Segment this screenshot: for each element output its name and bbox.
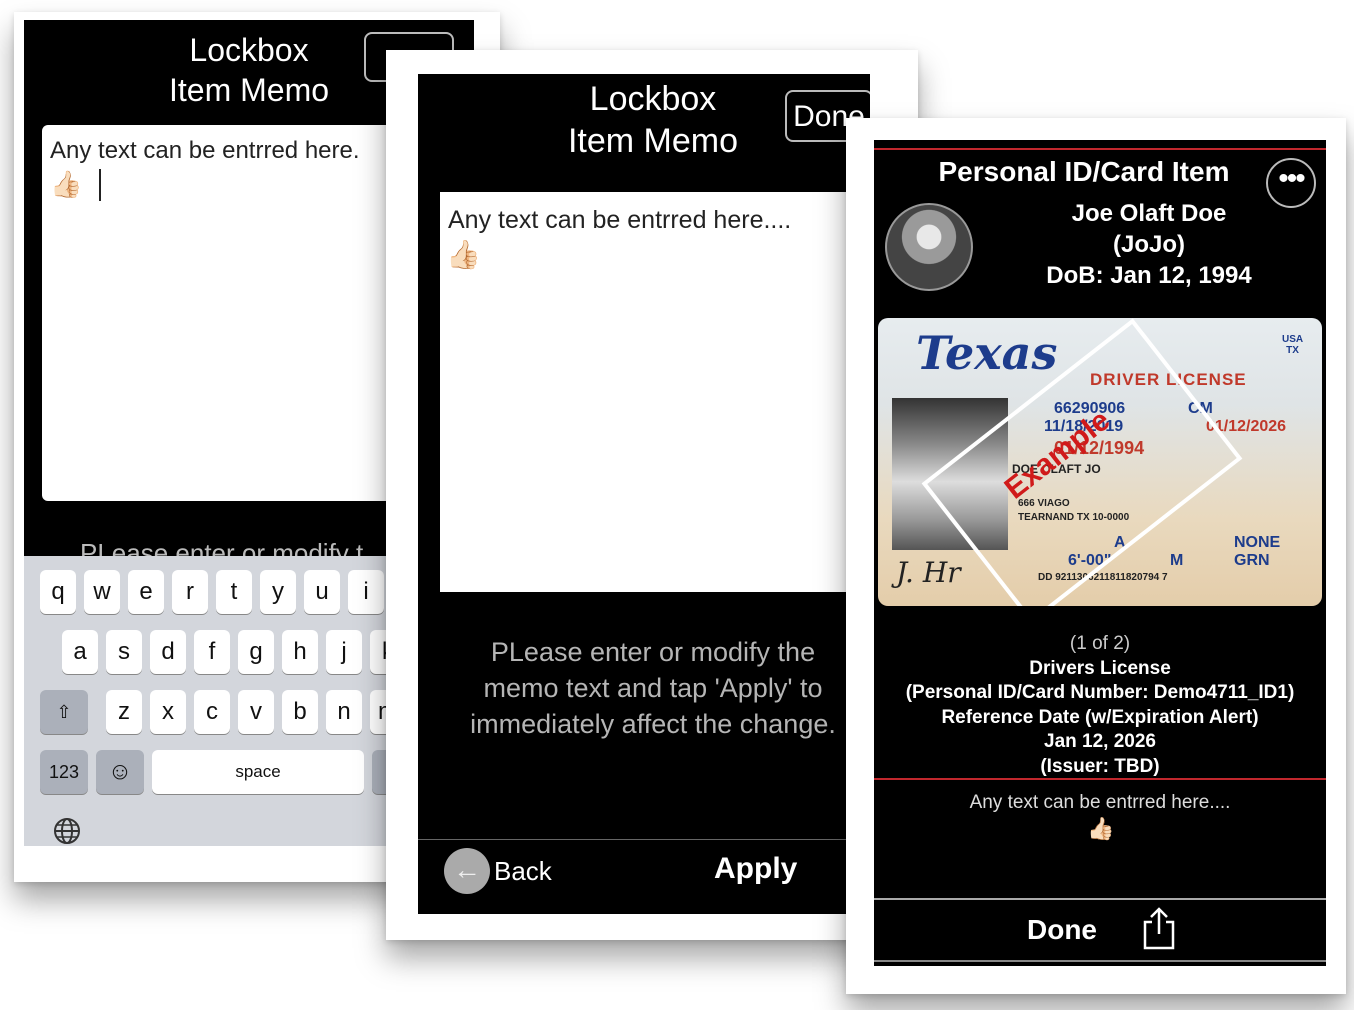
memo-text: Any text can be entrred here. xyxy=(50,137,360,164)
top-accent-line xyxy=(874,148,1326,150)
key-s[interactable]: s xyxy=(106,630,142,674)
card-state: Texas xyxy=(916,326,1058,380)
key-t[interactable]: t xyxy=(216,570,252,614)
bottom-line xyxy=(874,960,1326,962)
back-arrow-icon[interactable]: ← xyxy=(444,848,490,894)
memo-edit-screen: Lockbox Item Memo Done Any text can be e… xyxy=(418,74,870,914)
card-signature: J. Hr xyxy=(896,556,961,589)
memo-text: Any text can be entrred here.... xyxy=(448,206,792,234)
key-w[interactable]: w xyxy=(84,570,120,614)
id-card-image[interactable]: Texas USA TX DRIVER LICENSE 66290906 11/… xyxy=(878,318,1322,606)
key-n[interactable]: n xyxy=(326,690,362,734)
avatar xyxy=(885,203,973,291)
key-u[interactable]: u xyxy=(304,570,340,614)
card-sex: M xyxy=(1170,552,1184,569)
shift-key[interactable]: ⇧ xyxy=(40,690,88,734)
key-f[interactable]: f xyxy=(194,630,230,674)
numbers-key[interactable]: 123 xyxy=(40,750,88,794)
key-z[interactable]: z xyxy=(106,690,142,734)
back-button[interactable]: Back xyxy=(494,856,552,887)
person-dob: DoB: Jan 12, 1994 xyxy=(1046,262,1252,289)
globe-icon[interactable] xyxy=(52,816,82,846)
memo-text-area[interactable]: Any text can be entrred here.... 👍🏻 xyxy=(440,192,870,592)
text-caret xyxy=(99,169,101,201)
apply-button[interactable]: Apply xyxy=(714,852,797,886)
card-number: (Personal ID/Card Number: Demo4711_ID1) xyxy=(905,682,1295,703)
bottom-toolbar-divider xyxy=(874,898,1326,900)
key-e[interactable]: e xyxy=(128,570,164,614)
thumbs-up-emoji: 👍🏻 xyxy=(446,239,481,270)
divider-line xyxy=(874,778,1326,780)
card-info: (1 of 2) Drivers License (Personal ID/Ca… xyxy=(874,632,1326,779)
page-title: Personal ID/Card Item xyxy=(938,156,1230,187)
emoji-key[interactable]: ☺ xyxy=(96,750,144,794)
thumbs-up-emoji: 👍🏻 xyxy=(50,169,83,199)
key-y[interactable]: y xyxy=(260,570,296,614)
person-info: Joe Olaft Doe (JoJo) DoB: Jan 12, 1994 xyxy=(994,198,1304,291)
key-j[interactable]: j xyxy=(326,630,362,674)
space-key[interactable]: space xyxy=(152,750,364,794)
reference-date: Jan 12, 2026 xyxy=(1044,731,1156,752)
shift-icon: ⇧ xyxy=(56,702,72,722)
memo-text: Any text can be entrred here.... xyxy=(969,792,1231,813)
card-count: (1 of 2) xyxy=(1069,633,1131,654)
card-end: NONE xyxy=(1234,534,1281,551)
key-v[interactable]: v xyxy=(238,690,274,734)
share-icon[interactable] xyxy=(1140,906,1178,950)
done-button[interactable]: Done xyxy=(1027,914,1097,946)
thumbs-up-emoji: 👍🏻 xyxy=(1087,816,1115,841)
key-r[interactable]: r xyxy=(172,570,208,614)
key-x[interactable]: x xyxy=(150,690,186,734)
key-g[interactable]: g xyxy=(238,630,274,674)
person-name: Joe Olaft Doe xyxy=(1071,200,1227,227)
issuer: (Issuer: TBD) xyxy=(1040,755,1160,777)
reference-label: Reference Date (w/Expiration Alert) xyxy=(941,706,1259,728)
key-i[interactable]: i xyxy=(348,570,384,614)
hint-text: PLease enter or modify the memo text and… xyxy=(470,637,836,739)
card-eyes: GRN xyxy=(1234,552,1270,569)
card-type: Drivers License xyxy=(1029,657,1171,679)
personal-id-detail-screen: Personal ID/Card Item ••• Joe Olaft Doe … xyxy=(874,140,1326,966)
key-h[interactable]: h xyxy=(282,630,318,674)
key-b[interactable]: b xyxy=(282,690,318,734)
key-c[interactable]: c xyxy=(194,690,230,734)
card-country: USA TX xyxy=(1282,334,1304,356)
key-d[interactable]: d xyxy=(150,630,186,674)
key-a[interactable]: a xyxy=(62,630,98,674)
person-nickname: (JoJo) xyxy=(1113,231,1185,258)
key-q[interactable]: q xyxy=(40,570,76,614)
